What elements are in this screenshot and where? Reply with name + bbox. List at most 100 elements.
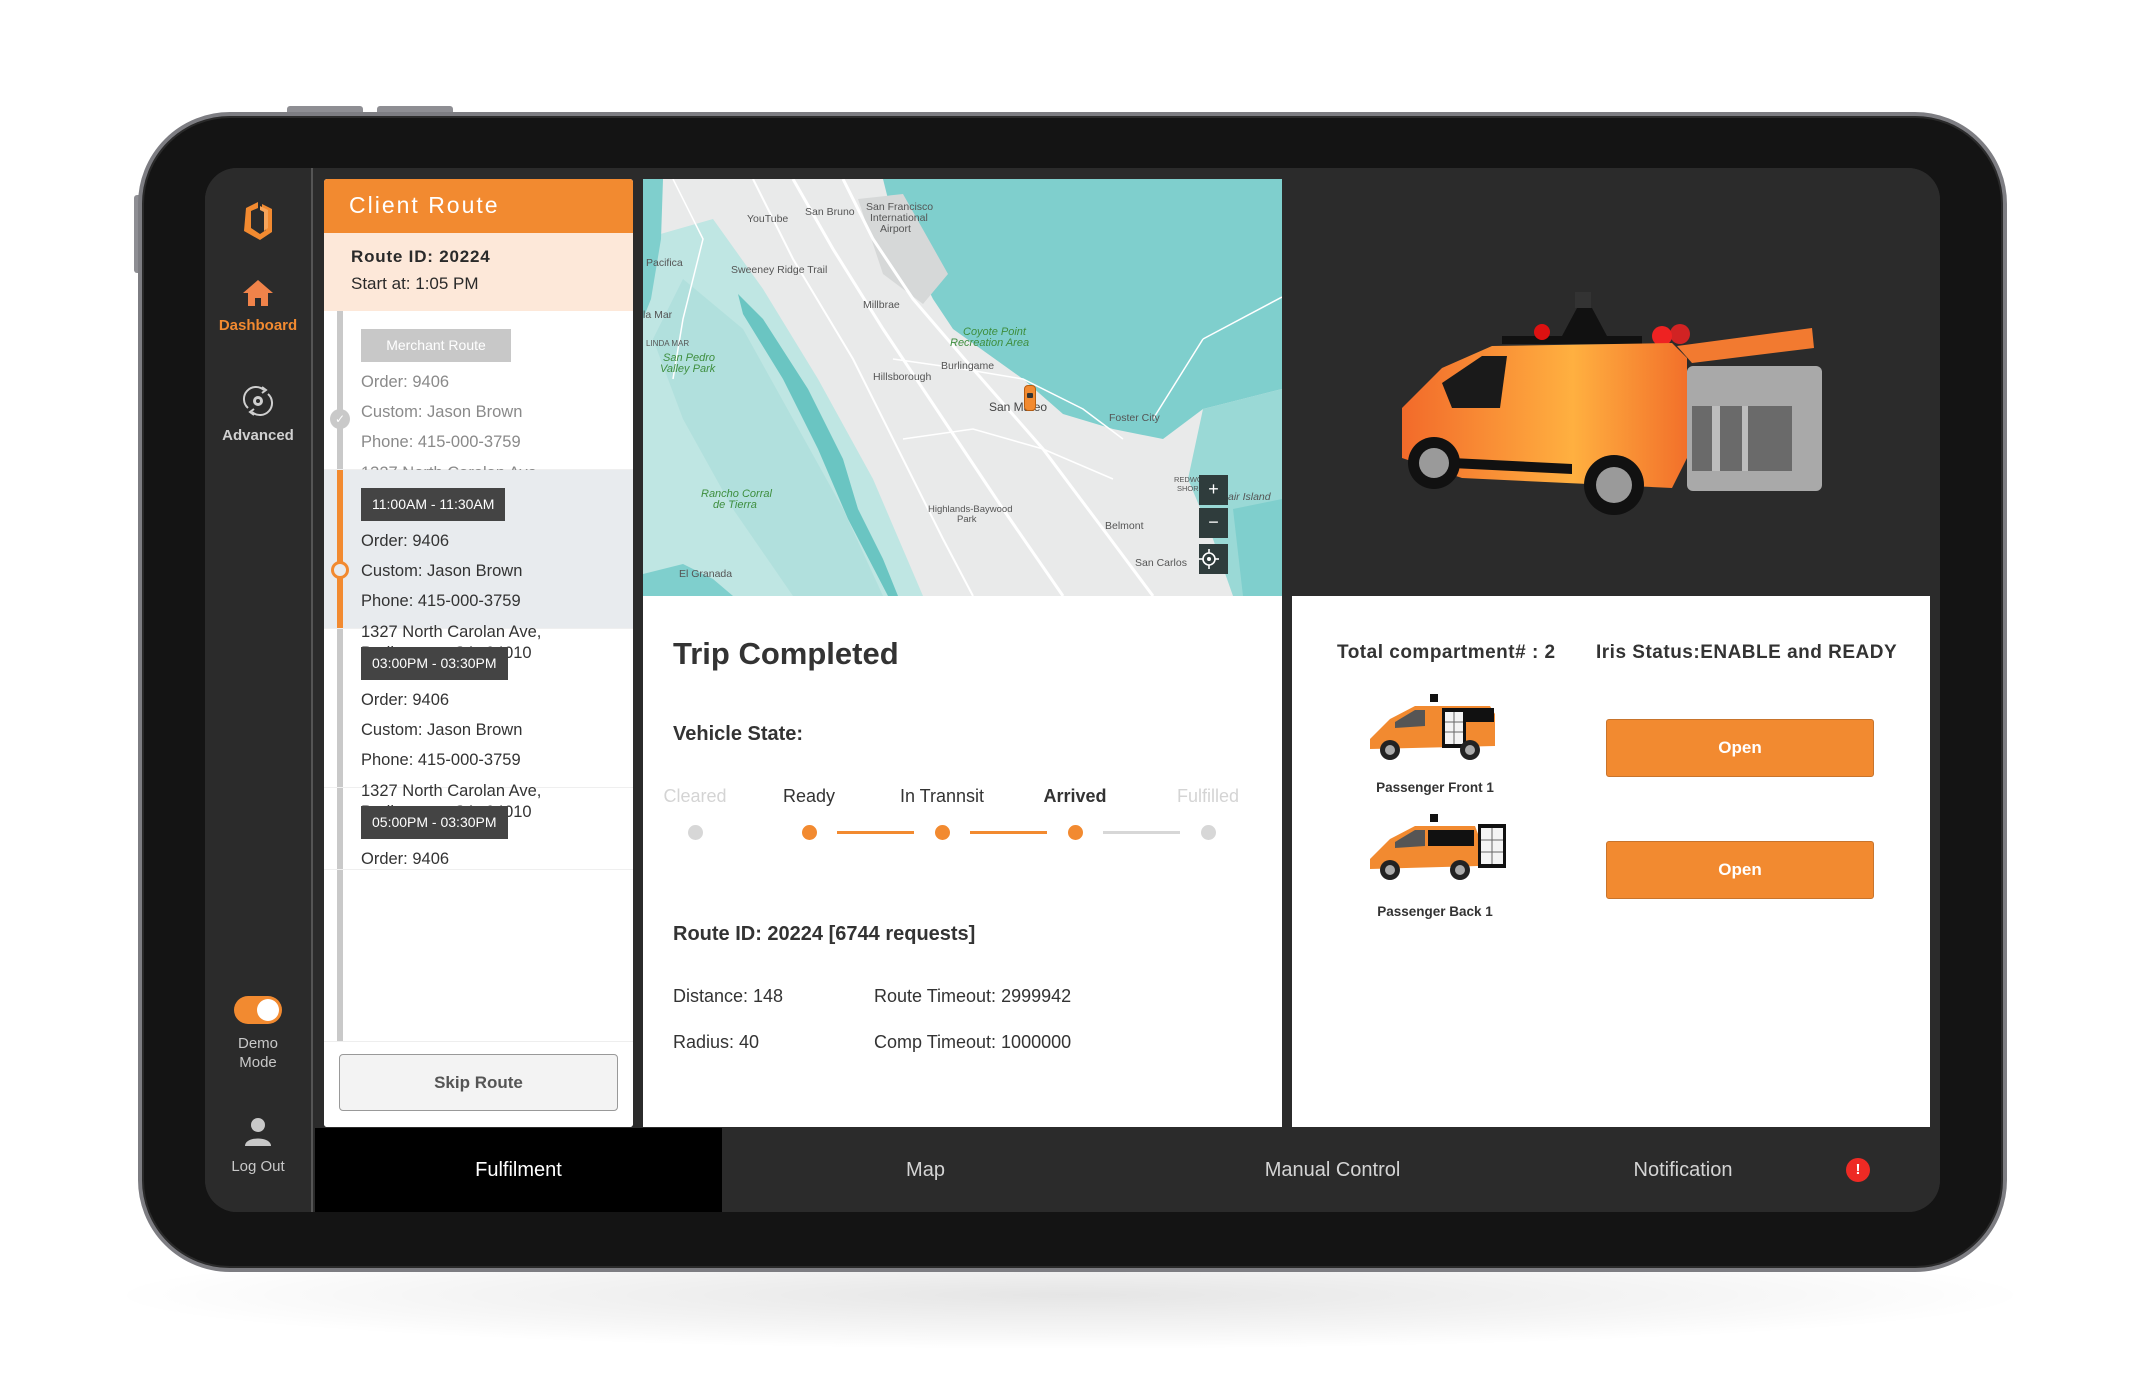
- car-icon[interactable]: [1024, 385, 1036, 411]
- trip-radius: Radius: 40: [673, 1032, 760, 1052]
- user-icon: [245, 1118, 271, 1146]
- zoom-in-button[interactable]: +: [1199, 475, 1228, 505]
- logout-button[interactable]: Log Out: [205, 1116, 311, 1176]
- state-dot-cleared: [688, 825, 703, 840]
- map-label: YouTube: [747, 213, 789, 225]
- route-stop[interactable]: 11:00AM - 11:30AM Order: 9406 Custom: Ja…: [324, 470, 633, 662]
- stop-order: Order: 9406: [361, 691, 450, 709]
- state-label-arrived: Arrived: [1043, 786, 1107, 806]
- total-compartments: Total compartment# : 2: [1337, 642, 1556, 663]
- compartment-name: Passenger Front 1: [1376, 780, 1494, 795]
- map-label: San Carlos: [1135, 557, 1187, 569]
- map-label: Recreation Area: [950, 337, 1030, 349]
- stop-tag: Merchant Route: [361, 329, 511, 362]
- tab-manual-control[interactable]: Manual Control: [1129, 1128, 1536, 1212]
- map-view[interactable]: YouTube San Bruno San Francisco Internat…: [643, 179, 1282, 596]
- state-connector: [1103, 831, 1180, 834]
- open-compartment-button[interactable]: Open: [1606, 719, 1874, 777]
- state-label-in-transit: In Trannsit: [899, 786, 985, 806]
- tab-fulfilment[interactable]: Fulfilment: [315, 1128, 722, 1212]
- stop-time-window: 03:00PM - 03:30PM: [361, 647, 508, 680]
- trip-comp-timeout: Comp Timeout: 1000000: [874, 1032, 1072, 1052]
- sidebar-item-label: Advanced: [222, 427, 294, 444]
- map-label: San Bruno: [805, 206, 855, 218]
- app-screen: Dashboard Advanced Demo Mode Log Out Cli…: [205, 168, 1940, 1212]
- map-label: San Mateo: [989, 400, 1048, 414]
- van-back-compartment-icon: [1370, 814, 1506, 880]
- compartment-name: Passenger Back 1: [1377, 904, 1493, 919]
- state-dot-fulfilled: [1201, 825, 1216, 840]
- map-label: Foster City: [1109, 412, 1160, 424]
- trip-status-panel: Trip Completed Vehicle State: Cleared Re…: [643, 596, 1282, 1127]
- client-route-title: Client Route: [324, 179, 633, 233]
- map-label: LINDA MAR: [646, 339, 690, 348]
- vehicle-3d-view[interactable]: [1292, 168, 1940, 596]
- stop-time-window: 05:00PM - 03:30PM: [361, 806, 508, 839]
- sidebar-item-advanced[interactable]: Advanced: [205, 384, 311, 444]
- stop-customer: Custom: Jason Brown: [361, 562, 523, 580]
- state-dot-arrived: [1068, 825, 1083, 840]
- check-icon: ✓: [330, 409, 350, 429]
- demo-mode-label-line1: Demo: [237, 1035, 278, 1052]
- sidebar-item-dashboard[interactable]: Dashboard: [205, 278, 311, 334]
- notification-alert-icon: !: [1846, 1158, 1870, 1182]
- route-id: Route ID: 20224: [351, 247, 491, 266]
- stop-customer: Custom: Jason Brown: [361, 721, 523, 739]
- skip-route-button[interactable]: Skip Route: [339, 1054, 618, 1111]
- bottom-tab-bar: Fulfilment Map Manual Control Notificati…: [313, 1128, 1940, 1212]
- route-footer: Skip Route: [324, 1041, 633, 1127]
- map-label: Sweeney Ridge Trail: [731, 264, 828, 276]
- state-label-fulfilled: Fulfilled: [1176, 786, 1240, 806]
- map-label: Belmont: [1105, 520, 1144, 532]
- stop-order: Order: 9406: [361, 532, 450, 550]
- trip-distance: Distance: 148: [673, 986, 784, 1006]
- home-icon: [243, 280, 273, 306]
- map-label: Bair Island: [1221, 491, 1271, 503]
- state-label-ready: Ready: [782, 786, 836, 806]
- stop-phone: Phone: 415-000-3759: [361, 433, 521, 451]
- trip-title: Trip Completed: [673, 636, 899, 671]
- tab-map[interactable]: Map: [722, 1128, 1129, 1212]
- stop-phone: Phone: 415-000-3759: [361, 592, 521, 610]
- vehicle-state-label: Vehicle State:: [673, 723, 804, 745]
- sidebar-item-label: Dashboard: [218, 317, 298, 334]
- route-start-time: Start at: 1:05 PM: [351, 274, 479, 293]
- zoom-out-button[interactable]: −: [1199, 508, 1228, 538]
- state-dot-ready: [802, 825, 817, 840]
- sidebar: Dashboard Advanced Demo Mode Log Out: [205, 168, 313, 1212]
- route-stop[interactable]: 03:00PM - 03:30PM Order: 9406 Custom: Ja…: [324, 629, 633, 821]
- toggle-knob: [257, 999, 279, 1021]
- van-3d-image: [1402, 292, 1822, 515]
- gear-sync-icon: [242, 385, 274, 417]
- map-canvas: [643, 179, 1282, 596]
- map-label: Burlingame: [941, 360, 995, 372]
- route-stop[interactable]: Merchant Route Order: 9406 Custom: Jason…: [324, 311, 633, 503]
- logout-label: Log Out: [231, 1158, 285, 1175]
- trip-route-timeout: Route Timeout: 2999942: [874, 986, 1072, 1006]
- stop-time-window: 11:00AM - 11:30AM: [361, 488, 506, 521]
- client-route-panel: Client Route Route ID: 20224 Start at: 1…: [324, 179, 633, 1127]
- crosshair-icon: [1199, 549, 1219, 569]
- state-label-cleared: Cleared: [663, 786, 727, 806]
- demo-mode-control: Demo Mode: [205, 996, 311, 1072]
- route-stop[interactable]: 05:00PM - 03:30PM Order: 9406: [324, 788, 633, 870]
- locate-button[interactable]: [1199, 544, 1228, 574]
- app-logo-icon: [244, 202, 272, 240]
- open-compartment-button[interactable]: Open: [1606, 841, 1874, 899]
- map-label: Airport: [880, 223, 911, 235]
- van-front-compartment-icon: [1370, 694, 1495, 760]
- state-dot-in-transit: [935, 825, 950, 840]
- stop-customer: Custom: Jason Brown: [361, 403, 523, 421]
- tab-notification[interactable]: Notification: [1536, 1128, 1830, 1212]
- state-connector: [837, 831, 914, 834]
- map-label: El Granada: [679, 568, 733, 580]
- demo-mode-toggle[interactable]: [234, 996, 282, 1024]
- map-label: la Mar: [643, 309, 673, 321]
- route-info: Route ID: 20224 Start at: 1:05 PM: [324, 233, 633, 311]
- iris-status: Iris Status:ENABLE and READY: [1596, 642, 1898, 663]
- stop-order: Order: 9406: [361, 850, 450, 868]
- trip-route-summary: Route ID: 20224 [6744 requests]: [673, 923, 976, 945]
- route-stop-list[interactable]: Merchant Route Order: 9406 Custom: Jason…: [324, 311, 633, 1041]
- map-label: Pacifica: [646, 257, 683, 269]
- map-label: Millbrae: [863, 299, 900, 311]
